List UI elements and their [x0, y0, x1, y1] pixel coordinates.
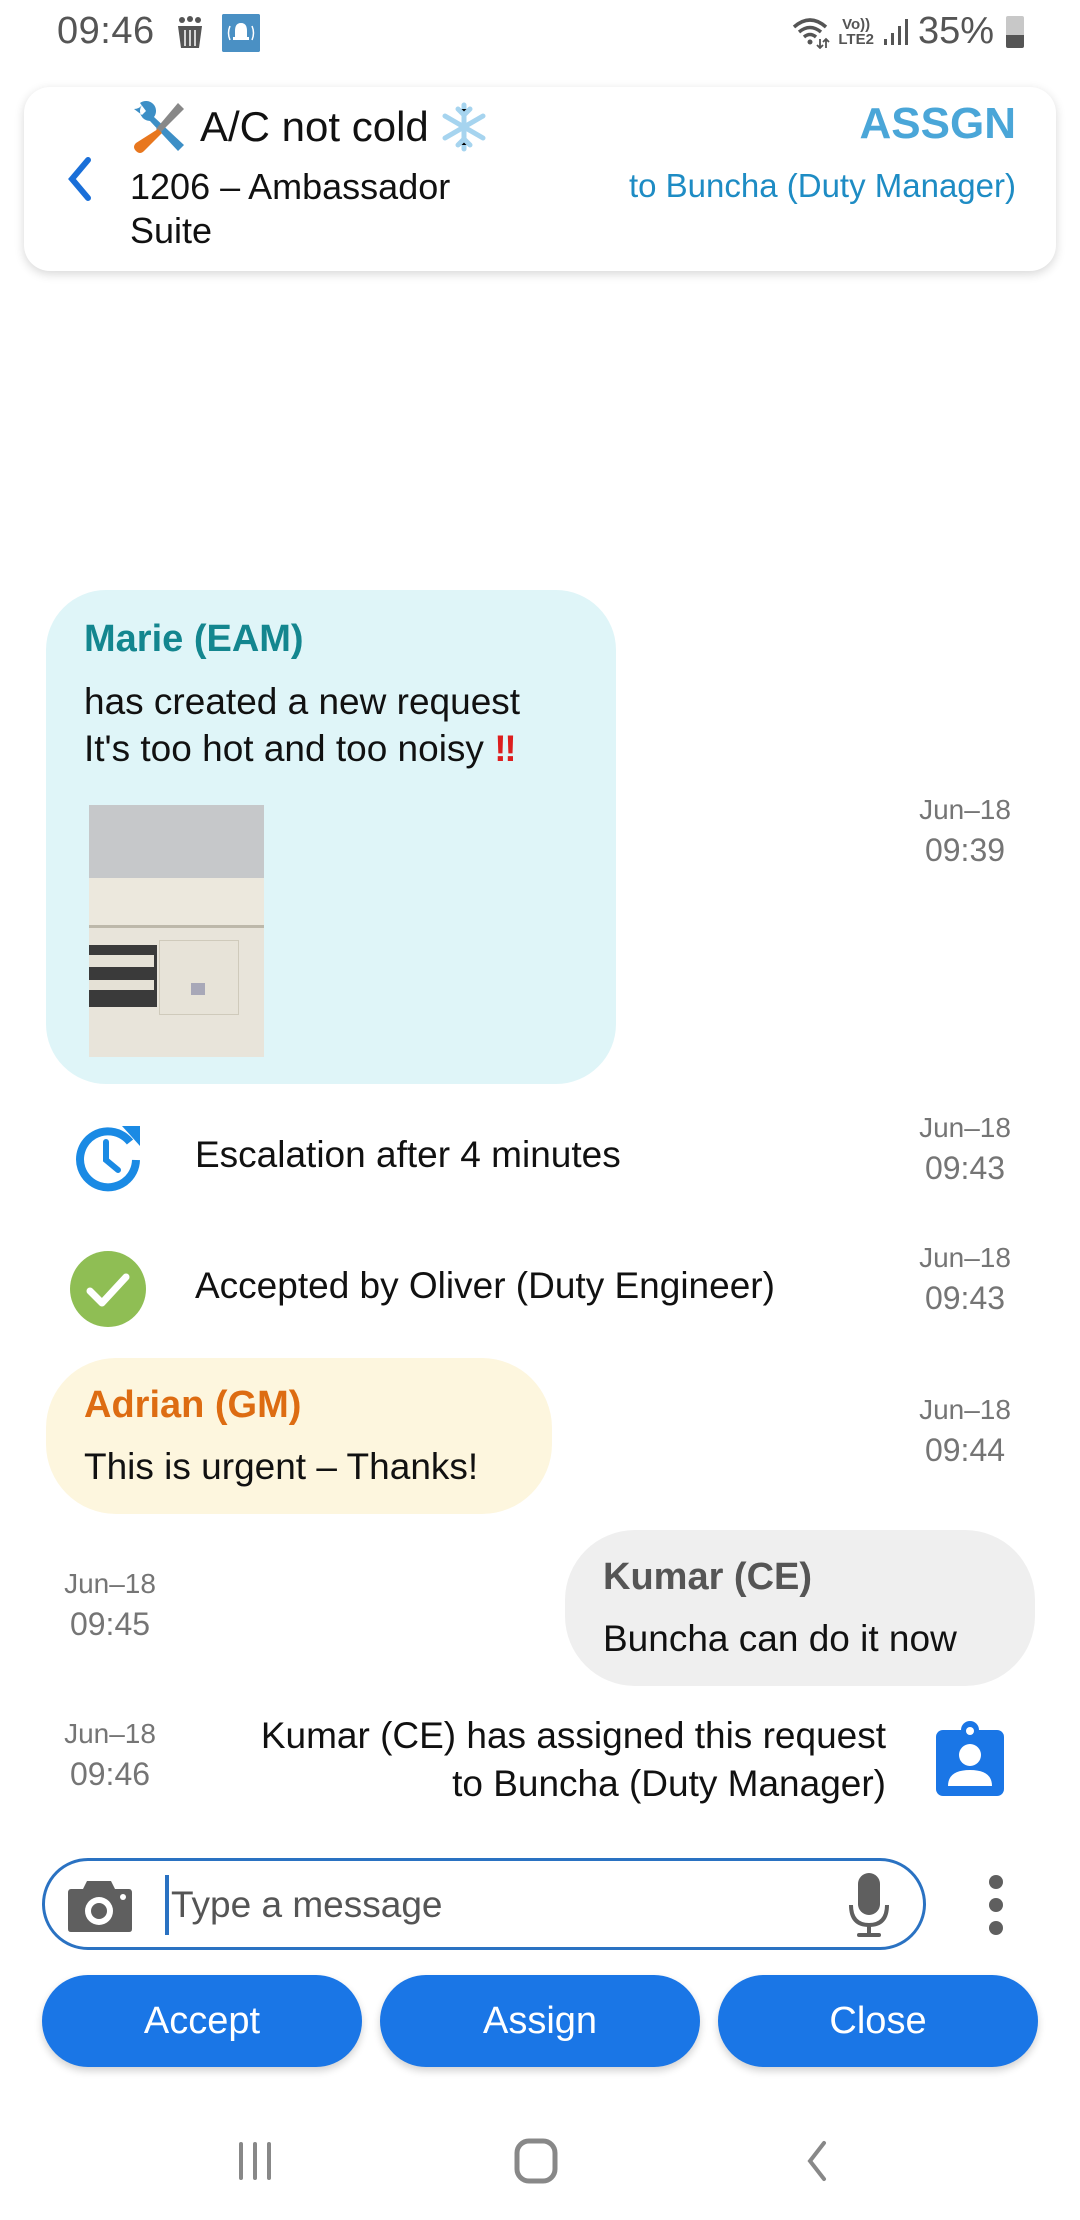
accept-button[interactable]: Accept — [42, 1975, 362, 2067]
room-name: 1206 – Ambassador Suite — [130, 166, 451, 251]
event-text: Accepted by Oliver (Duty Engineer) — [195, 1265, 775, 1306]
message-timestamp: Jun–18 09:45 — [45, 1566, 175, 1646]
volte-label: Vo)) — [842, 15, 871, 33]
app-notification-icon — [178, 16, 202, 48]
timestamp-date: Jun–18 — [919, 794, 1011, 825]
request-assignee: to Buncha (Duty Manager) — [628, 167, 1016, 204]
signal-icon — [883, 18, 908, 45]
timestamp-time: 09:45 — [69, 1606, 151, 1642]
request-title-row: A/C not cold — [130, 99, 489, 155]
double-exclamation-icon: ‼ — [494, 728, 516, 769]
photo-detail — [89, 945, 157, 1007]
timestamp-date: Jun–18 — [919, 1394, 1011, 1425]
message-sender: Kumar (CE) — [603, 1556, 813, 1598]
status-bar: 09:46 Vo)) LTE2 35% — [0, 0, 1080, 70]
assigned-badge-icon — [936, 1721, 1004, 1796]
tools-icon — [134, 101, 184, 153]
timestamp-time: 09:39 — [924, 832, 1006, 868]
wifi-icon — [793, 17, 831, 49]
back-button[interactable] — [54, 149, 104, 209]
message-text: Buncha can do it now — [603, 1618, 957, 1659]
message-text: has created a new request It's too hot a… — [84, 678, 520, 772]
event-text-line: to Buncha (Duty Manager) — [452, 1763, 886, 1804]
timestamp-date: Jun–18 — [919, 1112, 1011, 1143]
lte-label: LTE2 — [838, 30, 874, 48]
timestamp-time: 09:43 — [924, 1280, 1006, 1316]
home-icon — [514, 2138, 558, 2184]
timestamp-time: 09:44 — [924, 1432, 1006, 1468]
message-bubble-adrian: Adrian (GM) This is urgent – Thanks! — [46, 1358, 552, 1514]
message-timestamp: Jun–18 09:44 — [900, 1392, 1030, 1472]
message-bubble-kumar: Kumar (CE) Buncha can do it now — [565, 1530, 1035, 1686]
photo-detail — [159, 940, 239, 1015]
message-sender: Adrian (GM) — [84, 1384, 302, 1426]
message-composer — [42, 1858, 926, 1950]
message-sender: Marie (EAM) — [84, 618, 304, 660]
event-text: Escalation after 4 minutes — [195, 1134, 621, 1175]
battery-icon — [1006, 15, 1024, 48]
timestamp-time: 09:46 — [69, 1756, 151, 1792]
more-options-icon[interactable] — [980, 1872, 1012, 1938]
message-text: This is urgent – Thanks! — [84, 1446, 479, 1487]
event-text-line: Kumar (CE) has assigned this request — [260, 1715, 886, 1756]
status-time: 09:46 — [57, 10, 155, 52]
message-timestamp: Jun–18 09:46 — [45, 1716, 175, 1796]
message-line-2: It's too hot and too noisy ‼ — [84, 725, 520, 772]
home-button[interactable] — [506, 2136, 566, 2186]
battery-percent: 35% — [917, 10, 994, 52]
photo-detail — [89, 878, 264, 928]
event-assigned: Kumar (CE) has assigned this request to … — [200, 1712, 886, 1808]
request-title: A/C not cold — [200, 103, 429, 150]
snowflake-icon — [442, 102, 486, 152]
system-navigation-bar — [0, 2120, 1080, 2200]
air-conditioner-photo[interactable] — [89, 805, 264, 1057]
message-input[interactable] — [165, 1875, 825, 1935]
chevron-left-icon — [68, 157, 91, 201]
timestamp-time: 09:43 — [924, 1150, 1006, 1186]
assign-button[interactable]: Assign — [380, 1975, 700, 2067]
action-buttons: Accept Assign Close — [42, 1975, 1038, 2067]
timestamp-date: Jun–18 — [64, 1568, 156, 1599]
camera-icon[interactable] — [67, 1877, 133, 1933]
alarm-notification-icon — [222, 14, 260, 52]
microphone-icon[interactable] — [847, 1871, 891, 1941]
message-timestamp: Jun–18 09:43 — [900, 1240, 1030, 1320]
nav-back-button[interactable] — [787, 2136, 847, 2186]
recent-apps-icon — [239, 2142, 271, 2180]
message-timestamp: Jun–18 09:43 — [900, 1110, 1030, 1190]
request-header: A/C not cold 1206 – Ambassador Suite ASS… — [24, 87, 1056, 271]
status-right-group: Vo)) LTE2 35% — [790, 10, 1024, 53]
accepted-check-icon — [70, 1251, 146, 1327]
message-bubble-marie: Marie (EAM) has created a new request It… — [46, 590, 616, 1084]
escalation-clock-icon — [76, 1126, 140, 1192]
message-line: has created a new request — [84, 681, 521, 722]
message-line-text: It's too hot and too noisy — [84, 728, 484, 769]
timestamp-date: Jun–18 — [64, 1718, 156, 1749]
message-timestamp: Jun–18 09:39 — [900, 792, 1030, 872]
back-icon — [807, 2141, 826, 2181]
close-button[interactable]: Close — [718, 1975, 1038, 2067]
photo-detail — [191, 983, 205, 995]
request-status: ASSGN — [859, 99, 1016, 148]
volte-icon: Vo)) LTE2 — [838, 17, 874, 47]
timestamp-date: Jun–18 — [919, 1242, 1011, 1273]
recent-apps-button[interactable] — [225, 2136, 285, 2186]
